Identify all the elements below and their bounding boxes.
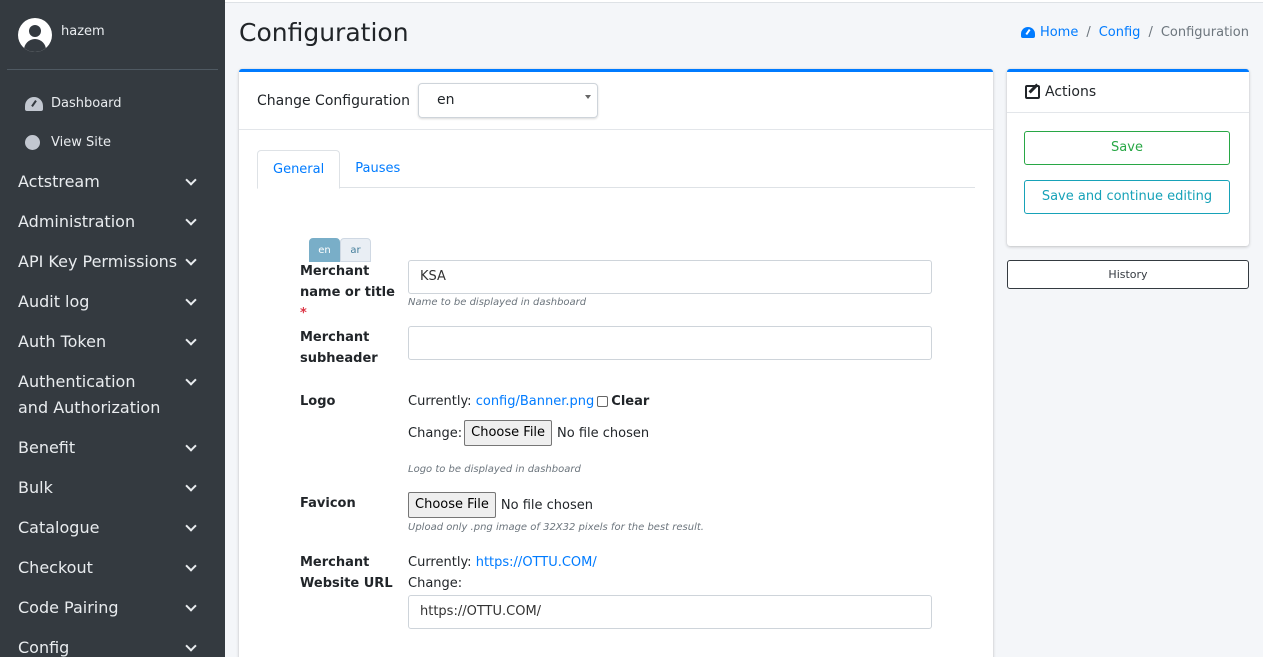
dashboard-gauge-icon	[25, 96, 43, 111]
sidebar-item-label: API Key Permissions	[18, 252, 178, 271]
logo-change-row: Change: Choose File No file chosen	[408, 420, 649, 446]
sidebar-item-administration[interactable]: Administration	[0, 202, 225, 242]
required-asterisk: *	[300, 306, 307, 321]
merchant-name-input[interactable]: KSA	[408, 260, 932, 294]
sidebar-item-label: Config	[18, 638, 70, 657]
top-navbar	[225, 0, 1263, 3]
website-url-label: Merchant Website URL	[300, 555, 393, 591]
sidebar-item-label: Administration	[18, 212, 136, 231]
sidebar-item-label: Authentication and Authorization	[18, 372, 161, 417]
chevron-down-icon	[185, 560, 197, 572]
tab-general[interactable]: General	[257, 150, 341, 189]
sidebar-item-code-pairing[interactable]: Code Pairing	[0, 588, 225, 628]
chevron-down-icon	[185, 254, 197, 266]
merchant-name-help: Name to be displayed in dashboard	[408, 297, 587, 308]
change-configuration-label: Change Configuration	[257, 92, 410, 109]
sidebar-item-auth-token[interactable]: Auth Token	[0, 322, 225, 362]
lang-tab-en[interactable]: en	[309, 238, 340, 262]
chevron-down-icon	[185, 174, 197, 186]
logo-label: Logo	[300, 394, 336, 409]
user-name: hazem	[61, 24, 105, 39]
chevron-down-icon	[185, 334, 197, 346]
sidebar-item-label: Actstream	[18, 172, 100, 191]
sidebar: hazem Dashboard View Site Actstream Admi…	[0, 0, 225, 657]
chevron-down-icon	[185, 214, 197, 226]
chevron-down-icon	[185, 480, 197, 492]
merchant-subheader-label: Merchant subheader	[300, 330, 378, 366]
user-panel[interactable]: hazem	[7, 0, 218, 70]
sidebar-item-benefit[interactable]: Benefit	[0, 428, 225, 468]
favicon-help: Upload only .png image of 32X32 pixels f…	[408, 522, 704, 533]
dashboard-gauge-icon	[1020, 27, 1035, 38]
history-button[interactable]: History	[1007, 260, 1249, 289]
breadcrumb-home-link[interactable]: Home	[1040, 25, 1078, 40]
sidebar-link-view-site[interactable]: View Site	[0, 123, 225, 162]
circle-icon	[25, 135, 40, 150]
logo-currently-row: Currently: config/Banner.png Clear	[408, 394, 650, 409]
breadcrumb-separator: /	[1086, 25, 1091, 40]
website-url-input[interactable]: https://OTTU.COM/	[408, 595, 932, 629]
language-select[interactable]: en	[418, 83, 598, 118]
chevron-down-icon	[185, 520, 197, 532]
website-url-current-link[interactable]: https://OTTU.COM/	[476, 555, 597, 570]
configuration-form-card: Change Configuration en General Pauses e…	[239, 69, 993, 657]
logo-clear-checkbox[interactable]	[597, 396, 609, 407]
sidebar-item-authentication[interactable]: Authentication and Authorization	[0, 362, 225, 428]
sidebar-item-label: Auth Token	[18, 332, 107, 351]
sidebar-item-label: Audit log	[18, 292, 90, 311]
chevron-down-icon	[185, 600, 197, 612]
sidebar-item-catalogue[interactable]: Catalogue	[0, 508, 225, 548]
sidebar-link-label: View Site	[51, 135, 111, 150]
logo-help: Logo to be displayed in dashboard	[408, 464, 581, 475]
website-url-change-label: Change:	[408, 576, 463, 591]
save-button[interactable]: Save	[1024, 131, 1230, 165]
chevron-down-icon	[185, 374, 197, 386]
card-header: Change Configuration en	[239, 72, 993, 130]
sidebar-item-checkout[interactable]: Checkout	[0, 548, 225, 588]
actions-title: Actions	[1045, 84, 1097, 100]
chevron-down-icon	[185, 440, 197, 452]
merchant-subheader-input[interactable]	[408, 326, 932, 360]
merchant-name-label: Merchant name or title *	[300, 264, 395, 321]
logo-file-status: No file chosen	[557, 425, 650, 441]
sidebar-link-dashboard[interactable]: Dashboard	[0, 84, 225, 123]
breadcrumb-current: Configuration	[1160, 25, 1249, 40]
sidebar-item-label: Checkout	[18, 558, 93, 577]
sidebar-item-label: Code Pairing	[18, 598, 119, 617]
favicon-choose-file-button[interactable]: Choose File	[408, 492, 496, 518]
sidebar-item-bulk[interactable]: Bulk	[0, 468, 225, 508]
form-tabs: General Pauses	[257, 150, 975, 189]
logo-clear-label: Clear	[611, 394, 650, 409]
actions-header: Actions	[1007, 72, 1249, 113]
logo-choose-file-button[interactable]: Choose File	[464, 420, 553, 446]
breadcrumb: Home / Config / Configuration	[1020, 25, 1249, 40]
translation-tabs: en ar	[309, 238, 371, 262]
tab-pauses[interactable]: Pauses	[340, 150, 415, 187]
edit-icon	[1025, 85, 1040, 99]
favicon-row: Choose File No file chosen	[406, 492, 593, 518]
sidebar-item-api-key-permissions[interactable]: API Key Permissions	[0, 242, 225, 282]
save-and-continue-button[interactable]: Save and continue editing	[1024, 180, 1230, 214]
chevron-down-icon	[185, 640, 197, 652]
user-avatar-icon	[18, 17, 52, 52]
favicon-label: Favicon	[300, 496, 356, 511]
actions-card: Actions Save Save and continue editing	[1007, 69, 1249, 246]
logo-current-file-link[interactable]: config/Banner.png	[476, 394, 595, 409]
sidebar-item-label: Benefit	[18, 438, 76, 457]
sidebar-item-config[interactable]: Config	[0, 628, 225, 657]
sidebar-link-label: Dashboard	[51, 96, 122, 111]
sidebar-item-actstream[interactable]: Actstream	[0, 162, 225, 202]
sidebar-item-label: Catalogue	[18, 518, 100, 537]
favicon-file-status: No file chosen	[500, 497, 593, 513]
page-title: Configuration	[239, 18, 409, 47]
sidebar-item-label: Bulk	[18, 478, 53, 497]
sidebar-item-audit-log[interactable]: Audit log	[0, 282, 225, 322]
breadcrumb-separator: /	[1148, 25, 1153, 40]
website-url-currently-row: Currently: https://OTTU.COM/	[408, 555, 597, 570]
breadcrumb-config-link[interactable]: Config	[1099, 25, 1141, 40]
chevron-down-icon	[185, 294, 197, 306]
lang-tab-ar[interactable]: ar	[340, 238, 371, 262]
